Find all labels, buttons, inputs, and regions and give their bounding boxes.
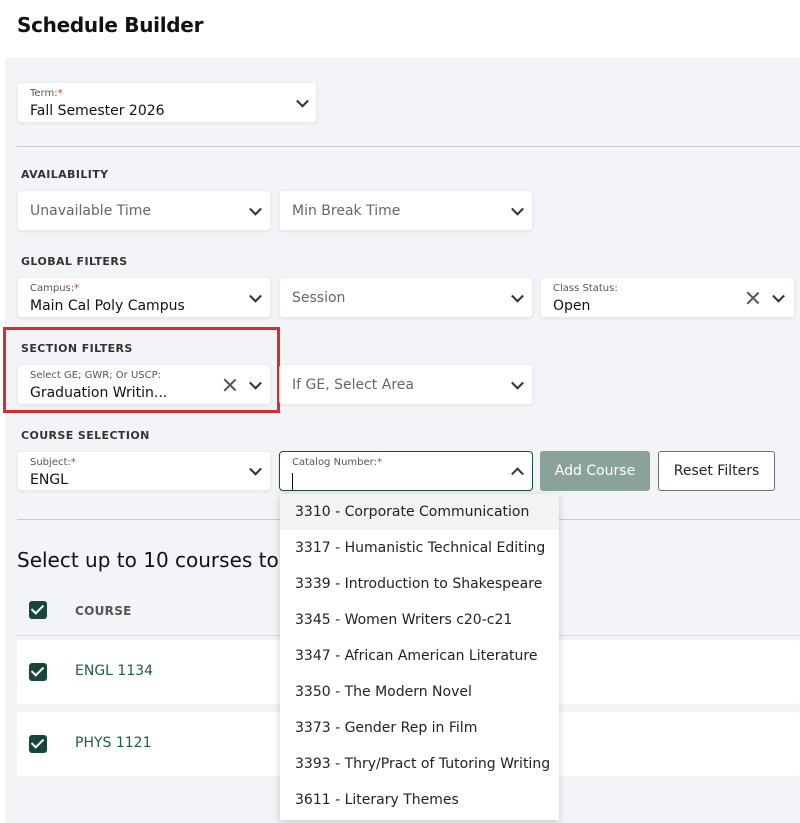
course-selection-heading: COURSE SELECTION <box>21 429 150 442</box>
row-checkbox[interactable] <box>29 735 47 753</box>
term-select[interactable]: Term:* Fall Semester 2026 <box>17 82 317 123</box>
unavailable-time-select[interactable]: Unavailable Time <box>17 190 271 231</box>
campus-label: Campus:* <box>30 283 80 294</box>
catalog-dropdown-menu: 3310 - Corporate Communication 3317 - Hu… <box>280 494 559 820</box>
dropdown-option[interactable]: 3611 - Literary Themes <box>280 782 559 818</box>
class-status-label: Class Status: <box>553 283 618 294</box>
class-status-value: Open <box>553 298 591 314</box>
availability-heading: AVAILABILITY <box>21 168 109 181</box>
campus-value: Main Cal Poly Campus <box>30 298 185 314</box>
dropdown-option[interactable]: 3347 - African American Literature <box>280 638 559 674</box>
campus-select[interactable]: Campus:* Main Cal Poly Campus <box>17 277 271 318</box>
divider <box>17 146 800 147</box>
section-filters-heading: SECTION FILTERS <box>21 342 133 355</box>
chevron-down-icon[interactable] <box>772 289 785 303</box>
ge-value: Graduation Writin... <box>30 385 168 401</box>
subject-label: Subject:* <box>30 457 76 468</box>
min-break-select[interactable]: Min Break Time <box>279 190 533 231</box>
chevron-down-icon[interactable] <box>511 289 524 303</box>
reset-filters-button[interactable]: Reset Filters <box>658 451 775 491</box>
column-header-course: COURSE <box>75 604 132 618</box>
ge-area-placeholder: If GE, Select Area <box>292 376 414 393</box>
dropdown-option[interactable]: 3339 - Introduction to Shakespeare <box>280 566 559 602</box>
class-status-select[interactable]: Class Status: Open <box>540 277 795 318</box>
subject-select[interactable]: Subject:* ENGL <box>17 451 271 491</box>
catalog-number-label: Catalog Number:* <box>292 457 382 468</box>
dropdown-option[interactable]: 3310 - Corporate Communication <box>280 494 559 530</box>
ge-select[interactable]: Select GE; GWR; Or USCP: Graduation Writ… <box>17 364 271 405</box>
global-filters-heading: GLOBAL FILTERS <box>21 255 128 268</box>
chevron-down-icon[interactable] <box>511 376 524 390</box>
catalog-number-input[interactable]: Catalog Number:* <box>279 451 533 491</box>
chevron-up-icon[interactable] <box>511 467 524 481</box>
close-icon[interactable] <box>223 378 237 392</box>
session-placeholder: Session <box>292 289 346 306</box>
page-title: Schedule Builder <box>17 13 204 37</box>
dropdown-option[interactable]: 3345 - Women Writers c20-c21 <box>280 602 559 638</box>
chevron-down-icon[interactable] <box>296 94 309 108</box>
session-select[interactable]: Session <box>279 277 533 318</box>
dropdown-option[interactable]: 3393 - Thry/Pract of Tutoring Writing <box>280 746 559 782</box>
chevron-down-icon[interactable] <box>249 462 262 476</box>
unavailable-time-placeholder: Unavailable Time <box>30 202 152 219</box>
course-link[interactable]: PHYS 1121 <box>75 735 152 751</box>
chevron-down-icon[interactable] <box>511 202 524 216</box>
add-course-button[interactable]: Add Course <box>540 451 650 491</box>
close-icon[interactable] <box>746 291 760 305</box>
subject-value: ENGL <box>30 472 68 488</box>
courses-heading: Select up to 10 courses to b <box>17 548 298 572</box>
text-caret <box>292 473 293 490</box>
chevron-down-icon[interactable] <box>249 289 262 303</box>
dropdown-option[interactable]: 3350 - The Modern Novel <box>280 674 559 710</box>
dropdown-option[interactable]: 3317 - Humanistic Technical Editing <box>280 530 559 566</box>
select-all-checkbox[interactable] <box>29 601 47 619</box>
chevron-down-icon[interactable] <box>249 202 262 216</box>
term-value: Fall Semester 2026 <box>30 103 165 119</box>
chevron-down-icon[interactable] <box>249 376 262 390</box>
ge-label: Select GE; GWR; Or USCP: <box>30 370 161 381</box>
term-label: Term:* <box>30 88 63 99</box>
min-break-placeholder: Min Break Time <box>292 202 401 219</box>
course-link[interactable]: ENGL 1134 <box>75 663 153 679</box>
row-checkbox[interactable] <box>29 663 47 681</box>
ge-area-select[interactable]: If GE, Select Area <box>279 364 533 405</box>
dropdown-option[interactable]: 3373 - Gender Rep in Film <box>280 710 559 746</box>
